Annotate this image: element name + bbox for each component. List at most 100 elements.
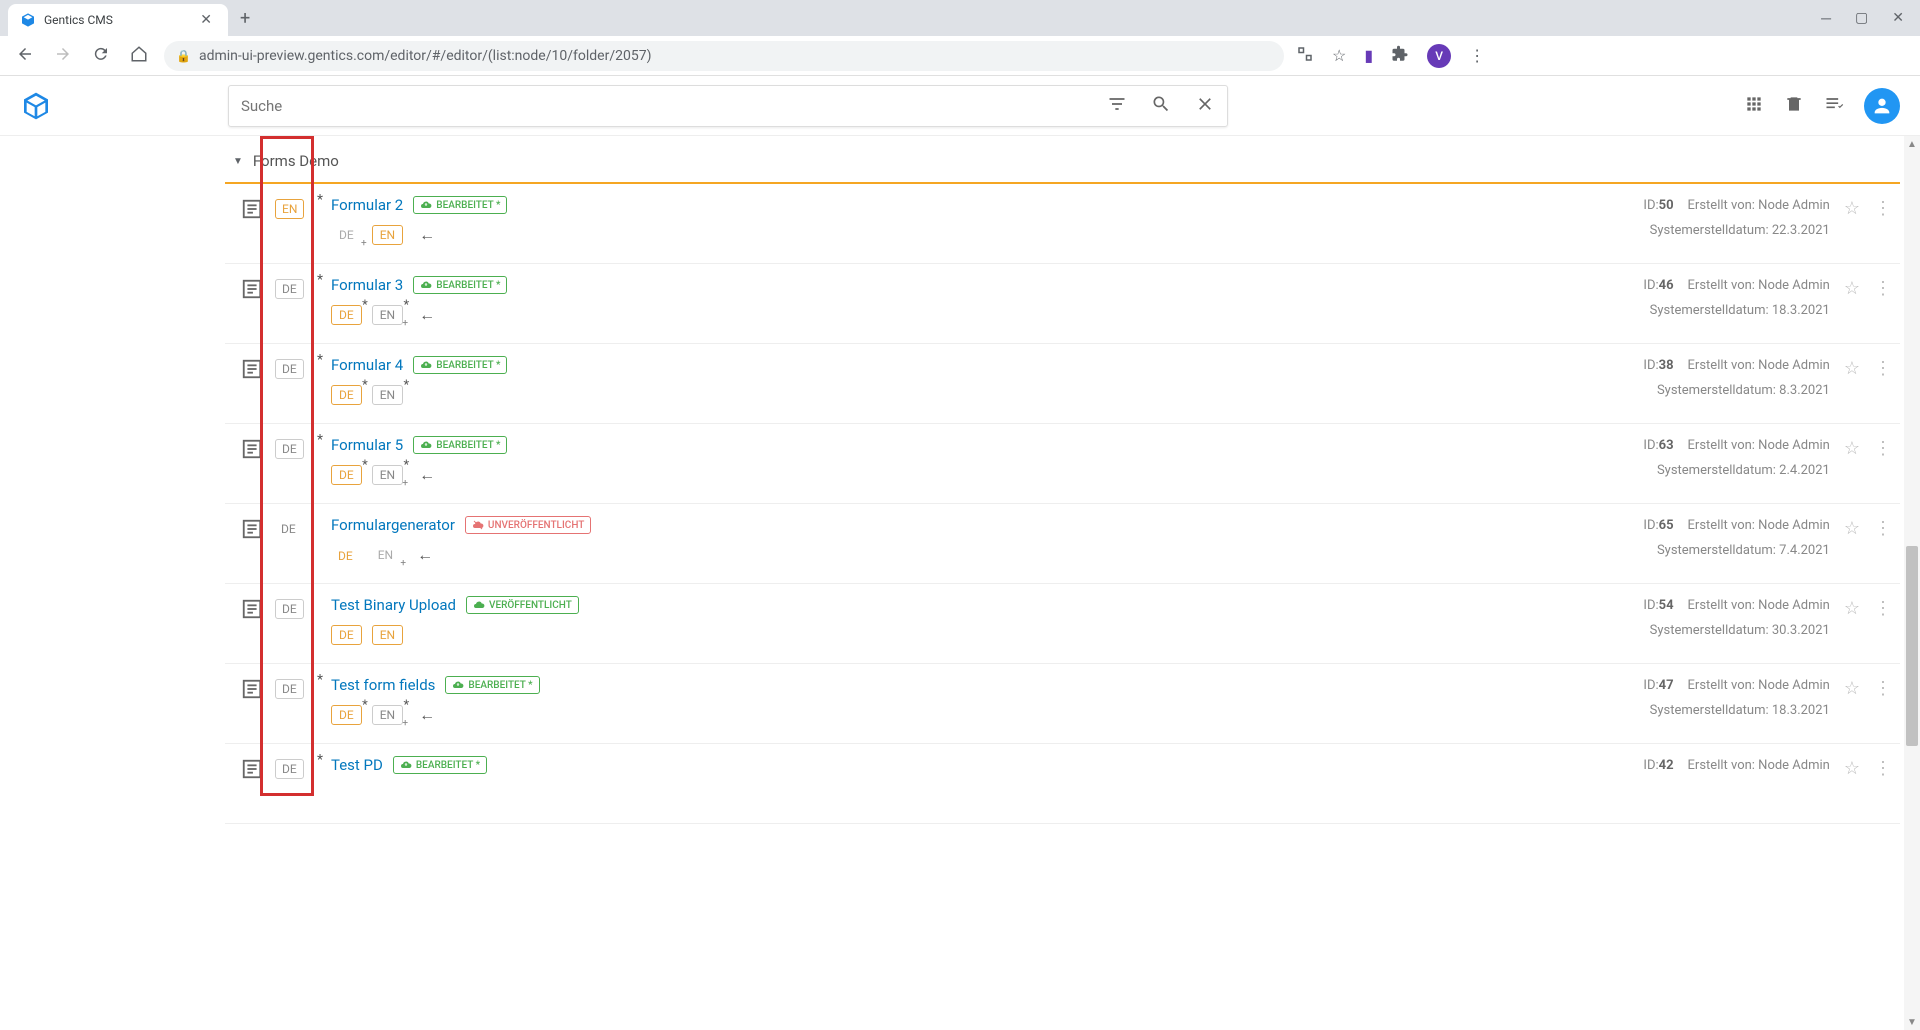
- search-box[interactable]: [228, 85, 1228, 127]
- favorite-star-icon[interactable]: ☆: [1844, 598, 1860, 619]
- list-item[interactable]: DE * Formular 3 BEARBEITET * DE*EN*+← ID…: [225, 264, 1900, 344]
- list-item[interactable]: EN * Formular 2 BEARBEITET * DE+EN← ID:5…: [225, 184, 1900, 264]
- list-item[interactable]: DE * Test PD BEARBEITET * ID:42 Erstellt…: [225, 744, 1900, 824]
- collapse-arrow-icon[interactable]: ←: [419, 705, 435, 725]
- back-button[interactable]: [12, 41, 38, 71]
- main-lang-chip[interactable]: DE *: [275, 678, 315, 731]
- maximize-icon[interactable]: ▢: [1855, 10, 1868, 27]
- collapse-arrow-icon[interactable]: ←: [417, 545, 433, 565]
- lang-chip[interactable]: DE*: [331, 464, 362, 485]
- status-badge: UNVERÖFFENTLICHT: [465, 516, 591, 534]
- list-item[interactable]: DE * Test form fields BEARBEITET * DE*EN…: [225, 664, 1900, 744]
- breadcrumb[interactable]: ▼ Forms Demo: [225, 136, 1900, 182]
- list-item[interactable]: DE * Formular 4 BEARBEITET * DE*EN* ID:3…: [225, 344, 1900, 424]
- favorite-star-icon[interactable]: ☆: [1844, 198, 1860, 219]
- chrome-menu-icon[interactable]: ⋮: [1469, 46, 1485, 65]
- lang-chip[interactable]: DE*: [331, 704, 362, 725]
- new-tab-button[interactable]: +: [240, 8, 250, 29]
- lang-chip[interactable]: EN*: [372, 384, 403, 405]
- favorite-star-icon[interactable]: ☆: [1844, 438, 1860, 459]
- list-item[interactable]: DE Test Binary Upload VERÖFFENTLICHT DEE…: [225, 584, 1900, 664]
- collapse-arrow-icon[interactable]: ←: [419, 305, 435, 325]
- item-id: ID:38: [1643, 358, 1673, 373]
- reload-button[interactable]: [88, 41, 114, 71]
- browser-tab[interactable]: Gentics CMS ✕: [8, 4, 228, 36]
- item-title[interactable]: Formular 4: [331, 356, 403, 374]
- item-author: Erstellt von: Node Admin: [1688, 518, 1830, 533]
- content-area: ▼ Forms Demo EN * Formular 2 BEARBEITET …: [0, 136, 1920, 1030]
- lang-chip[interactable]: DE: [331, 545, 360, 565]
- item-title[interactable]: Test form fields: [331, 676, 435, 694]
- app-logo[interactable]: [20, 90, 52, 122]
- search-icon[interactable]: [1151, 94, 1171, 118]
- translate-icon[interactable]: [1296, 45, 1314, 67]
- forward-button[interactable]: [50, 41, 76, 71]
- main-lang-chip[interactable]: DE *: [275, 438, 315, 491]
- apps-grid-icon[interactable]: [1744, 94, 1764, 118]
- item-title[interactable]: Test PD: [331, 756, 383, 774]
- lang-chip[interactable]: DE: [331, 624, 362, 645]
- tab-close-icon[interactable]: ✕: [196, 12, 216, 28]
- address-bar[interactable]: 🔒 admin-ui-preview.gentics.com/editor/#/…: [164, 41, 1284, 71]
- close-window-icon[interactable]: ✕: [1892, 10, 1904, 27]
- favorite-star-icon[interactable]: ☆: [1844, 758, 1860, 779]
- main-lang-chip[interactable]: DE *: [275, 358, 315, 411]
- list-container: EN * Formular 2 BEARBEITET * DE+EN← ID:5…: [225, 182, 1900, 824]
- favorite-star-icon[interactable]: ☆: [1844, 278, 1860, 299]
- minimize-icon[interactable]: ─: [1821, 10, 1831, 27]
- status-badge: BEARBEITET *: [413, 276, 507, 294]
- item-menu-icon[interactable]: ⋮: [1874, 278, 1892, 299]
- collapse-arrow-icon[interactable]: ←: [419, 465, 435, 485]
- scrollbar-track[interactable]: ▲ ▼: [1904, 136, 1920, 1030]
- main-lang-chip[interactable]: EN *: [275, 198, 315, 251]
- item-menu-icon[interactable]: ⋮: [1874, 438, 1892, 459]
- lang-chip[interactable]: EN: [372, 224, 403, 245]
- scroll-down-icon[interactable]: ▼: [1904, 1014, 1920, 1030]
- lang-chip[interactable]: DE+: [331, 224, 362, 245]
- item-title[interactable]: Formular 3: [331, 276, 403, 294]
- main-lang-chip[interactable]: DE: [275, 518, 315, 571]
- main-lang-chip[interactable]: DE: [275, 598, 315, 651]
- item-title[interactable]: Formulargenerator: [331, 516, 455, 534]
- item-title[interactable]: Formular 5: [331, 436, 403, 454]
- lang-chip[interactable]: DE*: [331, 304, 362, 325]
- item-menu-icon[interactable]: ⋮: [1874, 678, 1892, 699]
- list-item[interactable]: DE Formulargenerator UNVERÖFFENTLICHT DE…: [225, 504, 1900, 584]
- item-menu-icon[interactable]: ⋮: [1874, 598, 1892, 619]
- favorite-star-icon[interactable]: ☆: [1844, 678, 1860, 699]
- window-controls: ─ ▢ ✕: [1821, 10, 1912, 27]
- item-title[interactable]: Formular 2: [331, 196, 403, 214]
- main-lang-chip[interactable]: DE *: [275, 758, 315, 811]
- extensions-icon[interactable]: [1391, 45, 1409, 67]
- list-item[interactable]: DE * Formular 5 BEARBEITET * DE*EN*+← ID…: [225, 424, 1900, 504]
- search-input[interactable]: [241, 97, 1107, 115]
- user-avatar[interactable]: [1864, 88, 1900, 124]
- lang-chip[interactable]: EN+: [370, 544, 401, 565]
- filter-icon[interactable]: [1107, 94, 1127, 118]
- extension-icon-1[interactable]: ▮: [1364, 46, 1373, 65]
- item-menu-icon[interactable]: ⋮: [1874, 198, 1892, 219]
- lang-chip[interactable]: EN*+: [372, 304, 403, 325]
- lang-chip[interactable]: EN: [372, 624, 403, 645]
- item-menu-icon[interactable]: ⋮: [1874, 518, 1892, 539]
- lang-chip[interactable]: EN*+: [372, 704, 403, 725]
- item-menu-icon[interactable]: ⋮: [1874, 758, 1892, 779]
- item-date: Systemerstelldatum: 18.3.2021: [1650, 303, 1830, 318]
- bookmark-star-icon[interactable]: ☆: [1332, 46, 1346, 65]
- scroll-up-icon[interactable]: ▲: [1904, 136, 1920, 152]
- checklist-icon[interactable]: [1824, 94, 1844, 118]
- home-button[interactable]: [126, 41, 152, 71]
- favorite-star-icon[interactable]: ☆: [1844, 518, 1860, 539]
- lang-chip[interactable]: EN*+: [372, 464, 403, 485]
- scrollbar-thumb[interactable]: [1906, 546, 1918, 746]
- profile-avatar[interactable]: V: [1427, 44, 1451, 68]
- favicon-icon: [20, 12, 36, 28]
- trash-icon[interactable]: [1784, 94, 1804, 118]
- clear-search-icon[interactable]: [1195, 94, 1215, 118]
- lang-chip[interactable]: DE*: [331, 384, 362, 405]
- favorite-star-icon[interactable]: ☆: [1844, 358, 1860, 379]
- item-menu-icon[interactable]: ⋮: [1874, 358, 1892, 379]
- item-title[interactable]: Test Binary Upload: [331, 596, 456, 614]
- collapse-arrow-icon[interactable]: ←: [419, 225, 435, 245]
- main-lang-chip[interactable]: DE *: [275, 278, 315, 331]
